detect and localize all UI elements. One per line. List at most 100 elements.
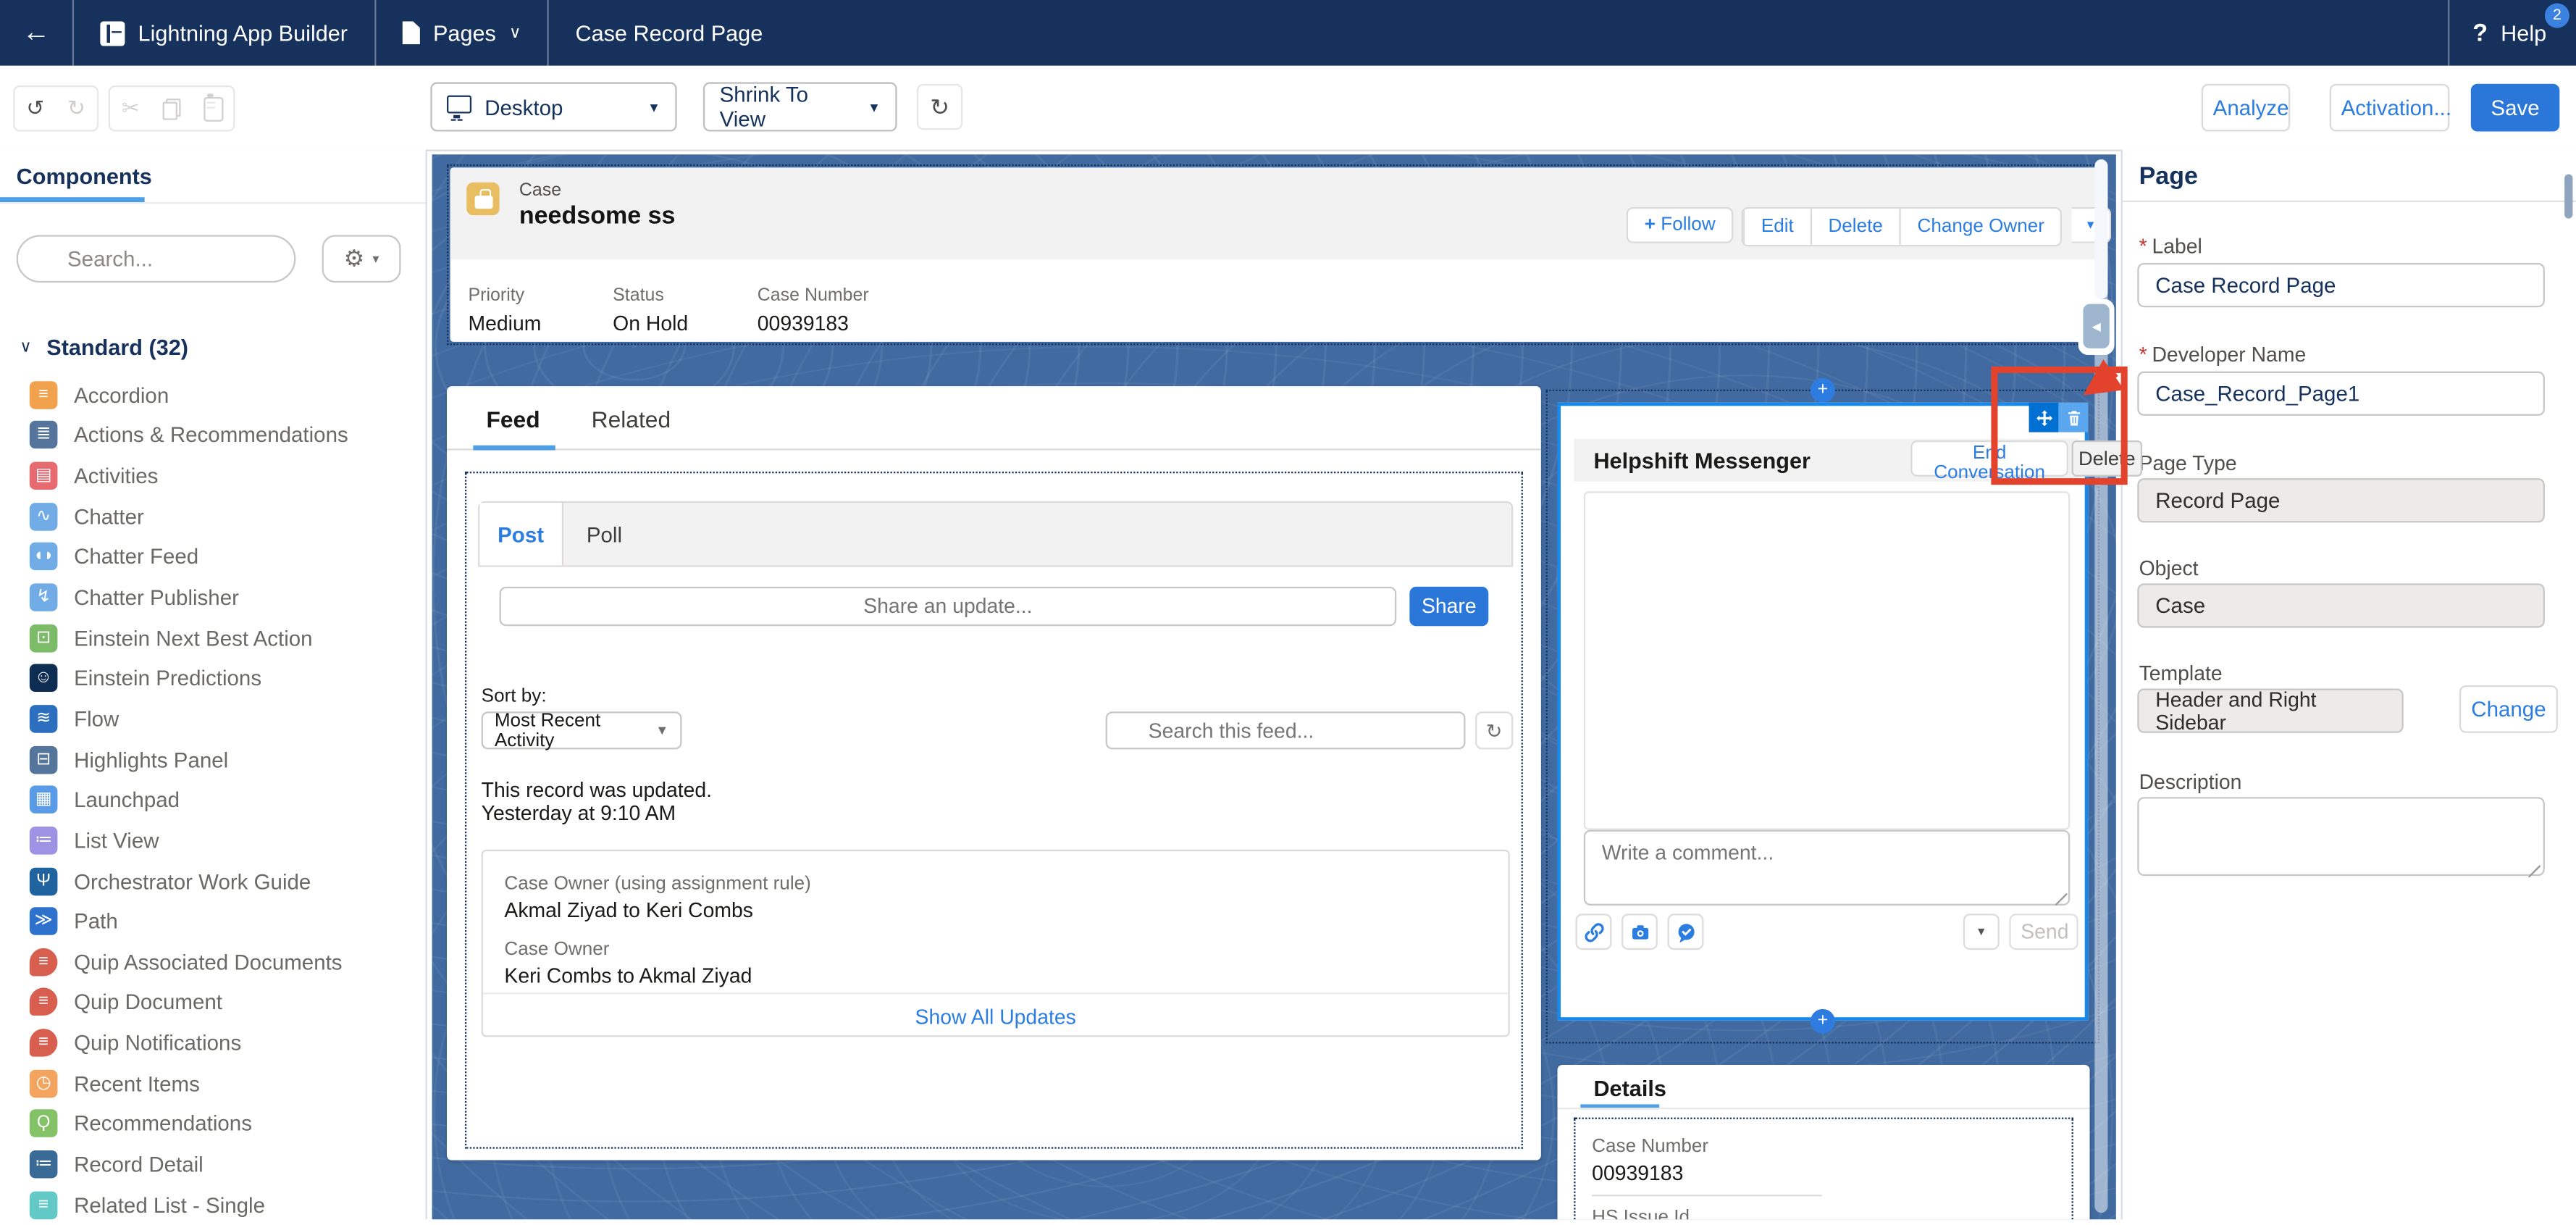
feed-item-fields: Case Owner (using assignment rule) Akmal…	[504, 874, 810, 1005]
component-list-item[interactable]: ≣ Actions & Recommendations	[0, 415, 426, 456]
add-component-handle-top[interactable]: +	[1811, 377, 1835, 402]
record-action-button[interactable]: Edit	[1743, 209, 1811, 245]
component-list-item[interactable]: ◷ Recent Items	[0, 1063, 426, 1103]
attach-link-button[interactable]	[1575, 913, 1611, 950]
component-icon: ≡	[30, 381, 58, 409]
component-list-item[interactable]: ▦ Launchpad	[0, 779, 426, 820]
back-icon: ←	[22, 17, 51, 49]
share-button[interactable]: Share	[1409, 587, 1488, 626]
save-button[interactable]: Save	[2471, 84, 2559, 132]
analyze-button[interactable]: Analyze	[2202, 84, 2290, 132]
component-list-item[interactable]: ≡ Accordion	[0, 375, 426, 415]
component-list-item[interactable]: Ψ Orchestrator Work Guide	[0, 861, 426, 901]
gear-icon: ⚙	[344, 245, 364, 273]
detail-field-value: 00939183	[1592, 1162, 2055, 1185]
add-component-handle-bottom[interactable]: +	[1811, 1008, 1835, 1033]
component-list-item[interactable]: ≡ Related List - Single	[0, 1184, 426, 1225]
follow-button[interactable]: + Follow	[1627, 207, 1734, 243]
panel-scrollbar-thumb[interactable]	[2564, 174, 2572, 218]
device-select[interactable]: Desktop ▼	[430, 82, 676, 131]
component-list-item[interactable]: ≫ Path	[0, 901, 426, 942]
record-action-button[interactable]: Delete	[1810, 209, 1899, 245]
end-conversation-button[interactable]: End Conversation	[1910, 440, 2068, 477]
tab-details[interactable]: Details	[1593, 1076, 1666, 1101]
highlights-card: Case needsome ss + Follow Edit Delete Ch…	[450, 167, 2102, 341]
page-icon	[402, 21, 420, 44]
resize-handle[interactable]	[2054, 887, 2068, 902]
messenger-component-selected[interactable]: Helpshift Messenger End Conversation	[1558, 403, 2089, 1021]
feed-search-input[interactable]	[1106, 711, 1466, 749]
tab-feed[interactable]: Feed	[486, 406, 540, 432]
developer-name-input[interactable]	[2137, 372, 2545, 416]
redo-button[interactable]: ↻	[56, 87, 97, 130]
collapse-panel-button[interactable]: ◀	[2083, 304, 2109, 348]
component-list-item[interactable]: ⊡ Einstein Next Best Action	[0, 618, 426, 659]
component-label: Quip Document	[74, 990, 222, 1015]
component-list-item[interactable]: ≡ Quip Document	[0, 982, 426, 1023]
resize-handle[interactable]	[2527, 859, 2541, 874]
record-detail-component[interactable]: Case Number 00939183 HS Issue Id	[1574, 1118, 2073, 1219]
divider	[2123, 201, 2576, 202]
component-label: Launchpad	[74, 787, 180, 812]
component-list-item[interactable]: ≡ Quip Notifications	[0, 1023, 426, 1063]
settings-dropdown-button[interactable]: ⚙ ▾	[322, 235, 401, 283]
component-search-input[interactable]	[17, 235, 296, 283]
refresh-canvas-button[interactable]: ↻	[917, 84, 963, 130]
divider	[1592, 1195, 1822, 1196]
pages-label: Pages	[433, 20, 496, 45]
quick-text-button[interactable]	[1668, 913, 1704, 950]
component-list-item[interactable]: ↯ Chatter Publisher	[0, 577, 426, 618]
record-action-button[interactable]: Change Owner	[1900, 209, 2061, 245]
caret-down-icon: ▼	[1976, 926, 1987, 937]
feed-component[interactable]: Post Poll Share Sort by: Most Recent Act…	[465, 472, 1523, 1149]
component-list-item[interactable]: ≋ Flow	[0, 698, 426, 739]
camera-icon	[1629, 921, 1650, 942]
sort-select[interactable]: Most Recent Activity ▼	[482, 711, 682, 749]
undo-button[interactable]: ↺	[14, 87, 56, 130]
paste-button[interactable]	[192, 87, 233, 130]
label-field-input[interactable]	[2137, 263, 2545, 307]
component-list-item[interactable]: ≡ Quip Associated Documents	[0, 942, 426, 982]
tab-components[interactable]: Components	[17, 164, 152, 189]
component-list-item[interactable]: ▤ Activities	[0, 456, 426, 496]
back-button[interactable]: ←	[0, 0, 72, 66]
view-select[interactable]: Shrink To View ▼	[703, 82, 897, 131]
section-standard-toggle[interactable]: ∨ Standard (32)	[20, 335, 188, 360]
attach-photo-button[interactable]	[1621, 913, 1658, 950]
canvas-scrollbar-thumb[interactable]	[2094, 159, 2107, 299]
pages-menu[interactable]: Pages ∨	[376, 0, 547, 66]
show-all-updates-link[interactable]: Show All Updates	[483, 1005, 1509, 1029]
delete-component-button[interactable]	[2058, 403, 2088, 432]
component-label: Highlights Panel	[74, 747, 228, 772]
component-list-item[interactable]: ◖◗ Chatter Feed	[0, 537, 426, 577]
top-nav: ← Lightning App Builder Pages ∨ Case Rec…	[0, 0, 2576, 66]
feed-refresh-button[interactable]: ↻	[1475, 711, 1513, 749]
share-update-input[interactable]	[500, 587, 1397, 626]
cut-button[interactable]: ✂	[110, 87, 151, 130]
component-list-item[interactable]: ≔ List View	[0, 820, 426, 861]
component-label: Activities	[74, 464, 158, 488]
tab-poll[interactable]: Poll	[587, 522, 622, 547]
page-type-value: Record Page	[2137, 478, 2545, 522]
follow-label: Follow	[1661, 215, 1715, 235]
send-button[interactable]: Send	[2009, 913, 2078, 950]
component-list-item[interactable]: ☺ Einstein Predictions	[0, 658, 426, 698]
tab-post[interactable]: Post	[479, 503, 563, 565]
redo-icon: ↻	[67, 96, 85, 122]
activation-button[interactable]: Activation...	[2330, 84, 2450, 132]
move-component-button[interactable]	[2029, 403, 2059, 432]
component-list-item[interactable]: ≔ Record Detail	[0, 1144, 426, 1184]
comment-textarea[interactable]	[1584, 830, 2070, 906]
change-template-button[interactable]: Change	[2459, 685, 2558, 733]
description-textarea[interactable]	[2137, 797, 2545, 876]
component-list-item[interactable]: ∿ Chatter	[0, 496, 426, 537]
help-menu[interactable]: ? Help 2	[2449, 0, 2576, 66]
copy-button[interactable]	[151, 87, 193, 130]
component-list-item[interactable]: ⊟ Highlights Panel	[0, 739, 426, 779]
tab-related[interactable]: Related	[592, 406, 671, 432]
template-value: Header and Right Sidebar	[2137, 688, 2403, 732]
field-label: Priority	[469, 286, 613, 306]
trash-icon	[2064, 409, 2082, 427]
send-options-dropdown[interactable]: ▼	[1963, 913, 2000, 950]
component-list-item[interactable]: Ϙ Recommendations	[0, 1103, 426, 1144]
